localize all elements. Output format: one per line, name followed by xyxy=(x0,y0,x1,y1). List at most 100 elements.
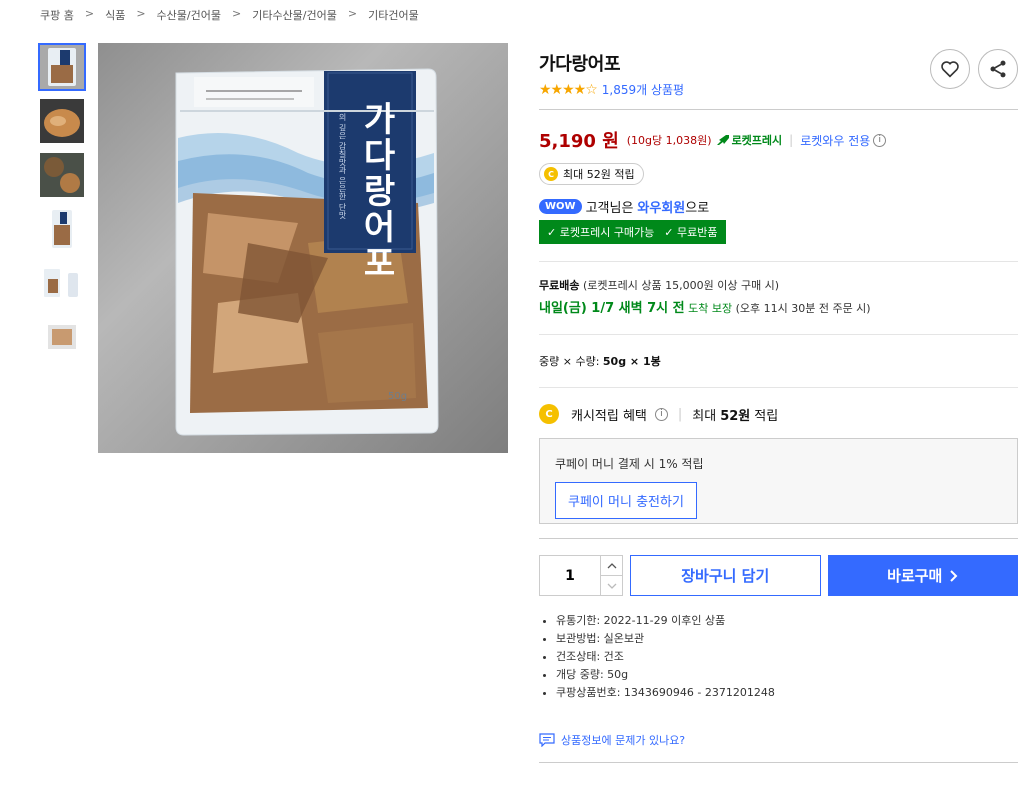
product-thumbnail-image xyxy=(40,207,84,251)
free-shipping-detail: (로켓프레시 상품 15,000원 이상 구매 시) xyxy=(582,279,780,292)
price-row: 5,190 원 (10g당 1,038원) 로켓프레시 | 로켓와우 전용 i xyxy=(539,127,1018,153)
separator-pipe: | xyxy=(789,133,794,147)
chevron-up-icon xyxy=(607,562,616,568)
benefit-rocket-fresh-label: 로켓프레시 구매가능 xyxy=(559,226,655,239)
add-to-cart-button[interactable]: 장바구니 담기 xyxy=(630,555,821,596)
breadcrumb-other-seafood[interactable]: 기타수산물/건어물 xyxy=(252,7,337,23)
thumbnail-4[interactable] xyxy=(38,205,86,253)
option-label: 중량 × 수량: xyxy=(539,355,600,368)
quantity-stepper xyxy=(539,555,623,596)
product-actions xyxy=(930,49,1018,89)
cash-max-amount: 52원 xyxy=(720,408,751,424)
message-icon xyxy=(539,733,555,747)
quantity-input[interactable] xyxy=(540,556,600,595)
wow-badge: WOW xyxy=(539,199,582,214)
quantity-buttons xyxy=(600,556,622,595)
share-button[interactable] xyxy=(978,49,1018,89)
rocket-fresh-label: 로켓프레시 xyxy=(731,134,783,147)
coupay-charge-button[interactable]: 쿠페이 머니 충전하기 xyxy=(555,482,697,519)
product-thumbnail-image xyxy=(40,261,84,305)
coupay-box: 쿠페이 머니 결제 시 1% 적립 쿠페이 머니 충전하기 xyxy=(539,438,1018,524)
coin-icon: C xyxy=(539,404,559,424)
wow-benefits-box: ✓ 로켓프레시 구매가능 ✓ 무료반품 xyxy=(539,220,726,244)
title-divider xyxy=(539,109,1018,110)
main-product-image: 가다랑어포 의 깊은 감칠맛과 은은한 단맛 50g xyxy=(98,43,508,453)
benefit-free-return-label: 무료반품 xyxy=(677,226,718,239)
product-thumbnail-image xyxy=(40,45,84,89)
detail-product-number: 쿠팡상품번호: 1343690946 - 2371201248 xyxy=(556,684,1018,702)
breadcrumb-separator: > xyxy=(84,7,95,20)
thumbnail-list xyxy=(38,43,90,367)
order-cutoff: (오후 11시 30분 전 주문 시) xyxy=(735,302,871,315)
package-weight: 50g xyxy=(388,391,408,402)
package-title: 가다랑어포 xyxy=(356,101,396,281)
thumbnail-2[interactable] xyxy=(38,97,86,145)
purchase-row: 장바구니 담기 바로구매 xyxy=(539,538,1018,596)
separator-pipe: | xyxy=(677,406,683,422)
option-value: 50g × 1봉 xyxy=(602,355,661,368)
chevron-down-icon xyxy=(607,583,616,589)
breadcrumb-food[interactable]: 식품 xyxy=(105,7,125,23)
info-icon[interactable]: i xyxy=(654,407,668,421)
detail-storage: 보관방법: 실온보관 xyxy=(556,630,1018,648)
arrival-date: 내일(금) 1/7 새벽 7시 전 xyxy=(539,301,685,316)
thumbnail-6[interactable] xyxy=(38,313,86,361)
product-detail-list: 유통기한: 2022-11-29 이후인 상품 보관방법: 실온보관 건조상태:… xyxy=(539,612,1018,702)
free-shipping-line: 무료배송 (로켓프레시 상품 15,000원 이상 구매 시) xyxy=(539,277,1018,293)
shipping-section: 무료배송 (로켓프레시 상품 15,000원 이상 구매 시) 내일(금) 1/… xyxy=(539,261,1018,316)
detail-dryness: 건조상태: 건조 xyxy=(556,648,1018,666)
option-section: 중량 × 수량: 50g × 1봉 xyxy=(539,334,1018,369)
wow-customer-text: 고객님은 xyxy=(585,201,634,216)
rating-stars: ★★★★☆ xyxy=(539,81,598,98)
breadcrumb-other-dried[interactable]: 기타건어물 xyxy=(368,7,419,23)
cash-suffix: 적립 xyxy=(754,408,779,424)
breadcrumb-separator: > xyxy=(347,7,358,20)
buy-now-button[interactable]: 바로구매 xyxy=(827,555,1018,596)
cash-max-label: 최대 xyxy=(692,408,717,424)
package-tagline: 의 깊은 감칠맛과 은은한 단맛 xyxy=(338,113,347,220)
thumbnail-1[interactable] xyxy=(38,43,86,91)
free-shipping-label: 무료배송 xyxy=(539,279,580,292)
cash-reward-text: 최대 52원 적립 xyxy=(563,168,635,181)
report-issue-link[interactable]: 상품정보에 문제가 있나요? xyxy=(539,732,1018,748)
rocket-wow-only: 로켓와우 전용 i xyxy=(800,132,887,149)
coin-icon: C xyxy=(544,167,558,181)
thumbnail-3[interactable] xyxy=(38,151,86,199)
breadcrumb: 쿠팡 홈 > 식품 > 수산물/건어물 > 기타수산물/건어물 > 기타건어물 xyxy=(40,7,419,23)
wow-suffix-text: 으로 xyxy=(685,201,710,216)
rocket-icon xyxy=(716,135,729,145)
breadcrumb-separator: > xyxy=(136,7,146,20)
breadcrumb-separator: > xyxy=(231,7,242,20)
report-issue-label: 상품정보에 문제가 있나요? xyxy=(561,734,686,747)
product-thumbnail-image xyxy=(40,99,84,143)
wishlist-button[interactable] xyxy=(930,49,970,89)
cash-benefit-section: C 캐시적립 혜택 i | 최대 52원 적립 xyxy=(539,387,1018,424)
product-info-panel: 가다랑어포 ★★★★☆ 1,859개 상품평 5,190 원 (10g당 1,0… xyxy=(539,49,1018,763)
benefit-free-return: ✓ 무료반품 xyxy=(664,226,718,239)
info-icon[interactable]: i xyxy=(873,133,887,147)
coupay-reward-text: 쿠페이 머니 결제 시 1% 적립 xyxy=(555,457,704,471)
cash-reward-badge: C 최대 52원 적립 xyxy=(539,163,644,185)
product-package-image xyxy=(175,68,439,436)
unit-price: (10g당 1,038원) xyxy=(626,134,712,147)
breadcrumb-seafood[interactable]: 수산물/건어물 xyxy=(157,7,221,23)
quantity-increase-button[interactable] xyxy=(601,556,622,575)
thumbnail-5[interactable] xyxy=(38,259,86,307)
benefit-rocket-fresh: ✓ 로켓프레시 구매가능 xyxy=(547,226,655,239)
buy-now-label: 바로구매 xyxy=(887,567,943,585)
quantity-decrease-button[interactable] xyxy=(601,575,622,595)
sale-price: 5,190 원 xyxy=(539,131,619,152)
review-count-link[interactable]: 1,859개 상품평 xyxy=(602,81,684,98)
product-thumbnail-image xyxy=(40,153,84,197)
bottom-divider xyxy=(539,762,1018,763)
detail-weight: 개당 중량: 50g xyxy=(556,666,1018,684)
breadcrumb-home[interactable]: 쿠팡 홈 xyxy=(40,7,74,23)
wow-member-link[interactable]: 와우회원 xyxy=(637,197,685,216)
detail-expiry: 유통기한: 2022-11-29 이후인 상품 xyxy=(556,612,1018,630)
arrival-line: 내일(금) 1/7 새벽 7시 전 도착 보장 (오후 11시 30분 전 주문… xyxy=(539,297,1018,316)
chevron-right-icon xyxy=(950,569,958,582)
product-thumbnail-image xyxy=(40,315,84,359)
rocket-fresh-badge: 로켓프레시 xyxy=(716,132,783,148)
rocket-wow-label: 로켓와우 전용 xyxy=(800,133,871,148)
wow-member-row: WOW 고객님은 와우회원 으로 xyxy=(539,197,1018,216)
